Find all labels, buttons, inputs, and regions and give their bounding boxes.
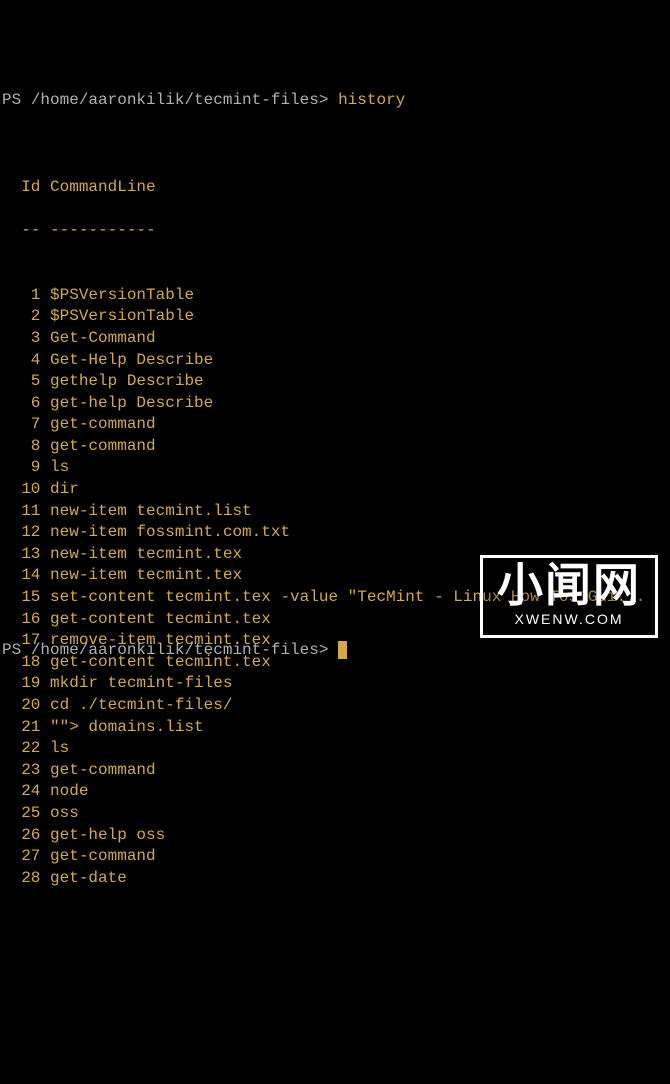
- history-command: get-help oss: [50, 826, 165, 844]
- history-command: node: [50, 782, 88, 800]
- history-row: 3 Get-Command: [2, 328, 668, 350]
- history-command: get-help Describe: [50, 394, 213, 412]
- history-command: get-command: [50, 847, 156, 865]
- history-id: 25: [2, 803, 40, 825]
- history-id: 9: [2, 457, 40, 479]
- history-row: 1 $PSVersionTable: [2, 285, 668, 307]
- history-row: 21 ""> domains.list: [2, 717, 668, 739]
- history-id: 11: [2, 501, 40, 523]
- history-row: 8 get-command: [2, 436, 668, 458]
- history-row: 11 new-item tecmint.list: [2, 501, 668, 523]
- history-row: 2 $PSVersionTable: [2, 306, 668, 328]
- history-id: 19: [2, 673, 40, 695]
- history-id: 5: [2, 371, 40, 393]
- history-row: 27 get-command: [2, 846, 668, 868]
- history-id: 20: [2, 695, 40, 717]
- history-row: 4 Get-Help Describe: [2, 350, 668, 372]
- history-id: 3: [2, 328, 40, 350]
- sep-cmd: -----------: [50, 221, 156, 239]
- history-id: 26: [2, 825, 40, 847]
- prompt-path: /home/aaronkilik/tecmint-files: [31, 91, 319, 109]
- history-command: Get-Command: [50, 329, 156, 347]
- history-row: 10 dir: [2, 479, 668, 501]
- history-command: mkdir tecmint-files: [50, 674, 232, 692]
- history-command: new-item tecmint.tex: [50, 566, 242, 584]
- history-id: 1: [2, 285, 40, 307]
- history-id: 8: [2, 436, 40, 458]
- prompt-suffix: >: [319, 641, 338, 659]
- history-id: 24: [2, 781, 40, 803]
- history-command: get-command: [50, 415, 156, 433]
- history-row: 26 get-help oss: [2, 825, 668, 847]
- history-row: 23 get-command: [2, 760, 668, 782]
- history-command: cd ./tecmint-files/: [50, 696, 232, 714]
- history-command: $PSVersionTable: [50, 286, 194, 304]
- cursor-icon: [338, 641, 347, 659]
- history-row: 24 node: [2, 781, 668, 803]
- prompt-suffix: >: [319, 91, 338, 109]
- history-command: ls: [50, 458, 69, 476]
- prompt-line-top[interactable]: PS /home/aaronkilik/tecmint-files> histo…: [2, 90, 668, 112]
- history-id: 28: [2, 868, 40, 890]
- history-header: Id CommandLine: [2, 177, 668, 199]
- history-command: ""> domains.list: [50, 718, 204, 736]
- history-id: 21: [2, 717, 40, 739]
- history-id: 4: [2, 350, 40, 372]
- prompt-line-bottom[interactable]: PS /home/aaronkilik/tecmint-files>: [2, 640, 347, 662]
- history-command: $PSVersionTable: [50, 307, 194, 325]
- history-row: 19 mkdir tecmint-files: [2, 673, 668, 695]
- history-id: 22: [2, 738, 40, 760]
- history-row: 9 ls: [2, 457, 668, 479]
- history-id: 23: [2, 760, 40, 782]
- history-id: 14: [2, 565, 40, 587]
- history-row: 6 get-help Describe: [2, 393, 668, 415]
- history-id: 10: [2, 479, 40, 501]
- history-row: 25 oss: [2, 803, 668, 825]
- header-cmd: CommandLine: [50, 178, 156, 196]
- history-row: 12 new-item fossmint.com.txt: [2, 522, 668, 544]
- prompt-path: /home/aaronkilik/tecmint-files: [31, 641, 319, 659]
- history-separator: -- -----------: [2, 220, 668, 242]
- watermark: 小闻网 XWENW.COM: [480, 555, 658, 638]
- history-id: 16: [2, 609, 40, 631]
- prompt-prefix: PS: [2, 641, 31, 659]
- history-id: 27: [2, 846, 40, 868]
- prompt-prefix: PS: [2, 91, 31, 109]
- typed-command: history: [338, 91, 405, 109]
- history-command: new-item tecmint.tex: [50, 545, 242, 563]
- history-id: 7: [2, 414, 40, 436]
- header-id: Id: [21, 178, 40, 196]
- history-command: get-command: [50, 437, 156, 455]
- history-command: get-command: [50, 761, 156, 779]
- history-command: oss: [50, 804, 79, 822]
- history-row: 28 get-date: [2, 868, 668, 890]
- history-command: get-content tecmint.tex: [50, 610, 271, 628]
- history-row: 7 get-command: [2, 414, 668, 436]
- history-command: gethelp Describe: [50, 372, 204, 390]
- history-id: 13: [2, 544, 40, 566]
- history-command: new-item tecmint.list: [50, 502, 252, 520]
- history-id: 2: [2, 306, 40, 328]
- sep-id: --: [21, 221, 40, 239]
- watermark-sub: XWENW.COM: [497, 610, 641, 629]
- history-row: 22 ls: [2, 738, 668, 760]
- history-command: new-item fossmint.com.txt: [50, 523, 290, 541]
- history-id: 15: [2, 587, 40, 609]
- history-command: dir: [50, 480, 79, 498]
- history-id: 12: [2, 522, 40, 544]
- history-command: Get-Help Describe: [50, 351, 213, 369]
- history-id: 6: [2, 393, 40, 415]
- history-row: 20 cd ./tecmint-files/: [2, 695, 668, 717]
- watermark-main: 小闻网: [497, 562, 641, 608]
- history-row: 5 gethelp Describe: [2, 371, 668, 393]
- history-command: ls: [50, 739, 69, 757]
- history-command: get-date: [50, 869, 127, 887]
